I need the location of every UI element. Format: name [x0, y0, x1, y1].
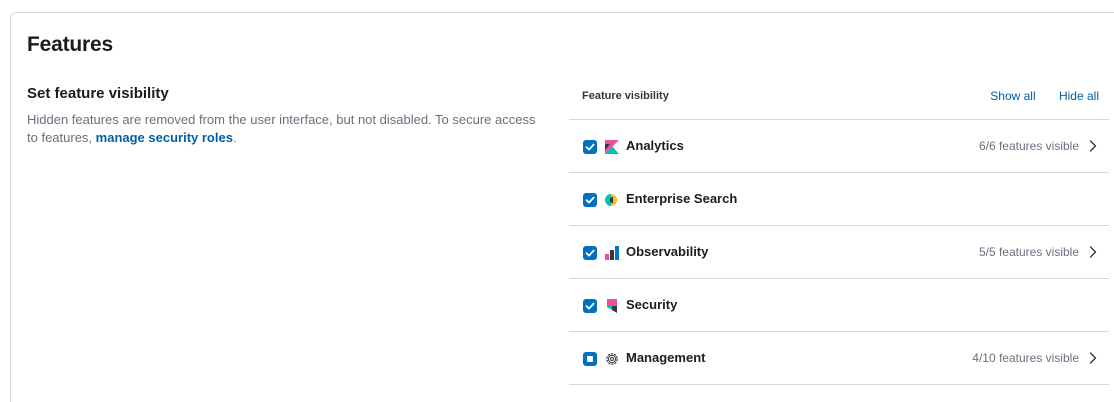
show-all-button[interactable]: Show all — [990, 89, 1035, 103]
section-description: Hidden features are removed from the use… — [27, 111, 547, 147]
feature-visibility-label: Feature visibility — [582, 90, 669, 102]
manage-security-roles-link[interactable]: manage security roles — [96, 130, 233, 145]
chevron-right-icon[interactable] — [1087, 245, 1099, 259]
feature-name: Security — [626, 297, 678, 312]
enterprise-search-icon — [604, 192, 620, 208]
feature-row-enterprise-search[interactable]: Enterprise Search — [569, 173, 1109, 226]
feature-visibility-list: Feature visibility Show all Hide all Ana… — [569, 85, 1109, 385]
feature-visible-count: 6/6 features visible — [978, 139, 1079, 153]
visibility-actions: Show all Hide all — [970, 89, 1099, 103]
feature-row-observability[interactable]: Observability 5/5 features visible — [569, 226, 1109, 279]
feature-name: Analytics — [626, 138, 684, 153]
description-end: . — [232, 130, 237, 145]
analytics-icon — [604, 139, 620, 155]
observability-icon — [604, 245, 620, 261]
chevron-right-icon[interactable] — [1087, 139, 1099, 153]
section-title: Set feature visibility — [27, 85, 169, 102]
enterprise-search-checkbox[interactable] — [583, 193, 597, 207]
feature-row-management[interactable]: Management 4/10 features visible — [569, 332, 1109, 385]
feature-row-analytics[interactable]: Analytics 6/6 features visible — [569, 120, 1109, 173]
hide-all-button[interactable]: Hide all — [1059, 89, 1099, 103]
feature-name: Observability — [626, 244, 709, 259]
gear-icon — [604, 351, 620, 367]
feature-row-security[interactable]: Security — [569, 279, 1109, 332]
analytics-checkbox[interactable] — [583, 140, 597, 154]
feature-visible-count: 4/10 features visible — [972, 351, 1079, 365]
management-checkbox[interactable] — [583, 352, 597, 366]
feature-visible-count: 5/5 features visible — [978, 245, 1079, 259]
security-checkbox[interactable] — [583, 299, 597, 313]
feature-visibility-header: Feature visibility Show all Hide all — [569, 85, 1109, 120]
observability-checkbox[interactable] — [583, 246, 597, 260]
features-panel: Features Set feature visibility Hidden f… — [10, 12, 1114, 402]
page-title: Features — [27, 33, 113, 56]
chevron-right-icon[interactable] — [1087, 351, 1099, 365]
feature-name: Management — [626, 350, 706, 365]
feature-name: Enterprise Search — [626, 191, 738, 206]
feature-visibility-description: Set feature visibility Hidden features a… — [27, 85, 547, 147]
security-icon — [604, 298, 620, 314]
